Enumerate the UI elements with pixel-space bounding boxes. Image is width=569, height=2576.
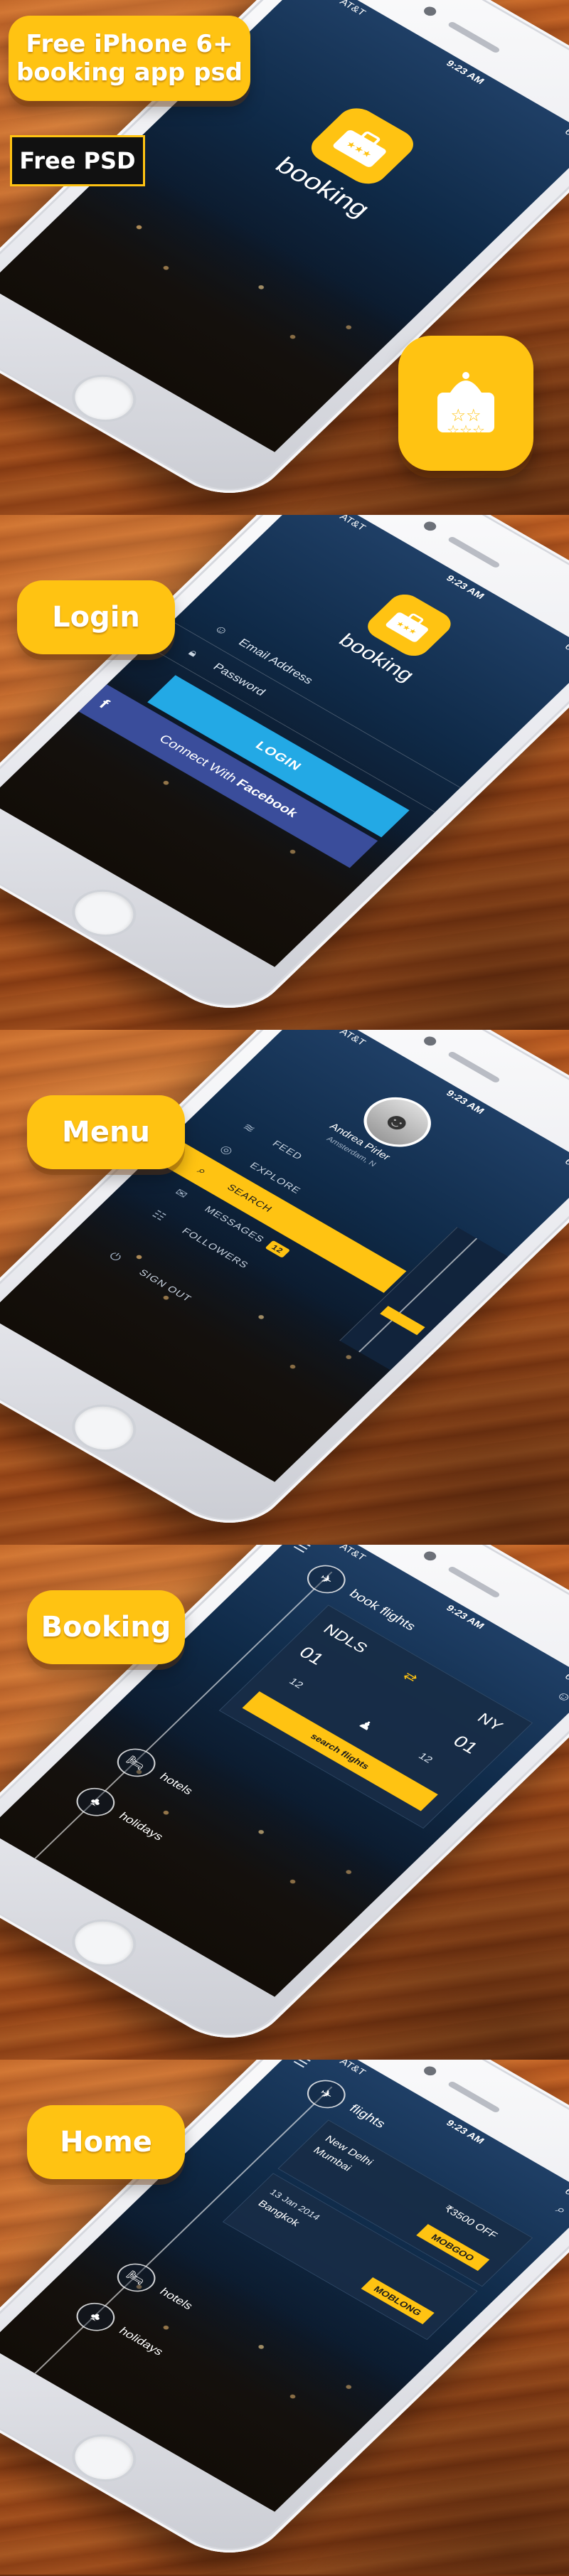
title-line-1: Free iPhone 6+ bbox=[26, 30, 233, 58]
facebook-icon: f bbox=[95, 696, 113, 712]
camera-icon bbox=[421, 4, 439, 18]
adult-count[interactable]: 12 bbox=[286, 1676, 305, 1691]
time-text: 9:23 AM bbox=[444, 58, 487, 86]
depart-day[interactable]: 01 bbox=[294, 1644, 329, 1668]
feed-icon: ≋ bbox=[240, 1120, 260, 1136]
battery-text: 66% bbox=[562, 127, 569, 145]
child-count[interactable]: 12 bbox=[415, 1751, 435, 1765]
person-icon: ♟ bbox=[355, 1717, 376, 1734]
free-psd-badge: Free PSD bbox=[10, 135, 145, 186]
time-text: 9:23 AM bbox=[444, 573, 487, 601]
swap-icon[interactable]: ⇄ bbox=[400, 1668, 421, 1686]
messages-count-badge: 12 bbox=[265, 1240, 290, 1258]
profile-icon[interactable]: ☺ bbox=[552, 1688, 569, 1705]
briefcase-stars-icon: ★★★ bbox=[333, 130, 386, 167]
time-text: 9:23 AM bbox=[444, 1087, 487, 1116]
power-icon: ⏻ bbox=[107, 1249, 125, 1264]
search-icon[interactable]: ⌕ bbox=[552, 2203, 569, 2218]
speaker-grille bbox=[447, 1050, 501, 1084]
menu-panel: Menu ●●●●● AT&T 9:23 AM 66% ☻ Andrea Pir… bbox=[0, 1030, 569, 1546]
speaker-grille bbox=[447, 536, 501, 569]
camera-icon bbox=[421, 1549, 439, 1563]
login-panel: Login ●●●●● AT&T 9:23 AM 66% ★★★ booking… bbox=[0, 515, 569, 1031]
carrier-text: ●●●●● AT&T bbox=[307, 2060, 368, 2077]
camera-icon bbox=[421, 519, 439, 533]
booking-panel: Booking ●●●●● AT&T 9:23 AM 66% ☰ ☺ ✈ boo… bbox=[0, 1545, 569, 2061]
section-label-booking: Booking bbox=[27, 1590, 185, 1664]
home-panel: Home ●●●●● AT&T 9:23 AM 66% ☰ ⌕ ✈ flight… bbox=[0, 2060, 569, 2576]
time-text: 9:23 AM bbox=[444, 2117, 487, 2146]
speaker-grille bbox=[447, 21, 501, 54]
battery-text: 66% bbox=[562, 2186, 569, 2205]
svg-text:☆☆: ☆☆ bbox=[450, 406, 481, 425]
destination-code: NY bbox=[473, 1710, 506, 1735]
return-day[interactable]: 01 bbox=[449, 1733, 482, 1757]
users-icon: ☷ bbox=[149, 1208, 170, 1223]
time-text: 9:23 AM bbox=[444, 1602, 487, 1631]
carrier-text: ●●●●● AT&T bbox=[307, 1030, 368, 1048]
battery-text: 66% bbox=[562, 1671, 569, 1690]
briefcase-stars-icon: ★★★ bbox=[385, 612, 428, 642]
camera-icon bbox=[421, 2064, 439, 2077]
svg-text:☆☆☆: ☆☆☆ bbox=[447, 423, 485, 439]
status-bar: ●●●●● AT&T 9:23 AM 66% bbox=[298, 1030, 569, 1181]
home-button[interactable] bbox=[59, 365, 149, 432]
title-line-2: booking app psd bbox=[16, 58, 243, 87]
home-button[interactable] bbox=[59, 880, 149, 947]
section-label-login: Login bbox=[17, 580, 175, 654]
flights-title: flights bbox=[346, 2102, 389, 2131]
hamburger-icon[interactable]: ☰ bbox=[289, 1545, 314, 1556]
carrier-text: ●●●●● AT&T bbox=[307, 515, 368, 533]
search-icon: ⌕ bbox=[195, 1164, 211, 1177]
title-banner: Free iPhone 6+ booking app psd bbox=[9, 16, 250, 101]
lock-icon: 🔒︎ bbox=[186, 646, 201, 659]
carrier-text: ●●●●● AT&T bbox=[307, 0, 368, 18]
deal-price: ₹3500 OFF bbox=[441, 2203, 500, 2241]
battery-text: 66% bbox=[562, 642, 569, 660]
origin-code: NDLS bbox=[319, 1621, 371, 1656]
envelope-icon: ✉ bbox=[172, 1186, 191, 1201]
home-button[interactable] bbox=[59, 1395, 149, 1462]
section-label-menu: Menu bbox=[27, 1095, 185, 1169]
bell-stars-icon: ☆☆ ☆☆☆ bbox=[437, 372, 494, 439]
user-icon: ☺ bbox=[211, 622, 232, 638]
home-button[interactable] bbox=[59, 1910, 149, 1976]
carrier-text: ●●●●● AT&T bbox=[307, 1545, 368, 1563]
promo-code-2[interactable]: MOBLONG bbox=[361, 2277, 435, 2325]
hamburger-icon[interactable]: ☰ bbox=[289, 2060, 314, 2071]
battery-text: 66% bbox=[562, 1156, 569, 1175]
home-button[interactable] bbox=[59, 2425, 149, 2491]
app-icon-large: ☆☆ ☆☆☆ bbox=[398, 336, 533, 471]
section-label-home: Home bbox=[27, 2105, 185, 2179]
compass-icon: ◎ bbox=[217, 1142, 238, 1158]
menu-item-label: FEED bbox=[270, 1138, 305, 1162]
speaker-grille bbox=[447, 1565, 501, 1599]
camera-icon bbox=[421, 1034, 439, 1048]
speaker-grille bbox=[447, 2080, 501, 2114]
intro-panel: Free iPhone 6+ booking app psd Free PSD … bbox=[0, 0, 569, 516]
